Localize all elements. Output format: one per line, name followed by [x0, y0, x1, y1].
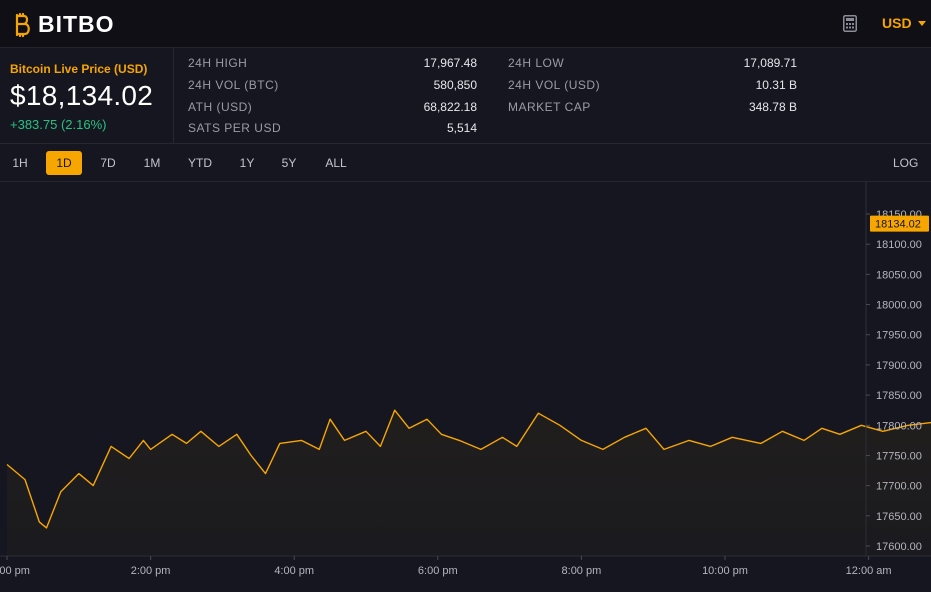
price-chart-svg[interactable]: 18150.0018100.0018050.0018000.0017950.00… [0, 182, 931, 587]
top-bar: BITBO USD [0, 0, 931, 48]
x-tick-label: 4:00 pm [274, 565, 314, 577]
stat-24h-high: 24H HIGH 17,967.48 [188, 56, 477, 70]
stat-value: 580,850 [433, 78, 477, 92]
stat-24h-vol-usd: 24H VOL (USD) 10.31 B [508, 78, 797, 92]
calculator-icon[interactable] [843, 15, 857, 32]
stat-label: 24H VOL (USD) [508, 78, 601, 92]
x-tick-label: 12:00 am [846, 565, 892, 577]
price-chart[interactable]: 18150.00 18100.00 18050.00 18000.00 17950.00… [0, 182, 931, 587]
y-tick-label: 18000.00 [876, 300, 922, 312]
range-5y[interactable]: 5Y [272, 151, 306, 175]
range-all[interactable]: ALL [316, 151, 356, 175]
y-tick-label: 18100.00 [876, 239, 922, 251]
live-price: $18,134.02 [10, 80, 153, 112]
stat-value: 17,089.71 [743, 56, 797, 70]
stat-value: 17,967.48 [423, 56, 477, 70]
currency-label: USD [882, 15, 912, 31]
stat-value: 5,514 [446, 121, 477, 135]
range-1d[interactable]: 1D [46, 151, 82, 175]
y-tick-label: 18050.00 [876, 269, 922, 281]
stat-sats-per-usd: SATS PER USD 5,514 [188, 121, 477, 135]
stat-24h-low: 24H LOW 17,089.71 [508, 56, 797, 70]
y-tick-label: 17700.00 [876, 481, 922, 493]
stat-value: 348.78 B [748, 100, 797, 114]
price-stats-panel: Bitcoin Live Price (USD) $18,134.02 +383… [0, 48, 931, 144]
stat-label: MARKET CAP [508, 100, 591, 114]
x-tick-label: 6:00 pm [418, 565, 458, 577]
live-price-value: 18,134.02 [25, 80, 154, 111]
stat-label: 24H LOW [508, 56, 565, 70]
x-tick-label: 12:00 pm [0, 565, 30, 577]
y-tick-label: 17950.00 [876, 330, 922, 342]
log-scale-toggle[interactable]: LOG [893, 151, 918, 175]
x-tick-label: 8:00 pm [562, 565, 602, 577]
stat-market-cap: MARKET CAP 348.78 B [508, 100, 797, 114]
stat-24h-vol-btc: 24H VOL (BTC) 580,850 [188, 78, 477, 92]
y-tick-label: 17650.00 [876, 511, 922, 523]
currency-symbol: $ [10, 80, 26, 111]
chevron-down-icon [917, 20, 926, 26]
divider [173, 48, 174, 143]
stat-value: 68,822.18 [423, 100, 477, 114]
range-1y[interactable]: 1Y [230, 151, 264, 175]
range-1m[interactable]: 1M [134, 151, 170, 175]
y-tick-label: 17750.00 [876, 450, 922, 462]
y-tick-label: 17850.00 [876, 390, 922, 402]
bitcoin-b-icon [15, 12, 30, 37]
stat-label: SATS PER USD [188, 121, 282, 135]
stat-label: 24H HIGH [188, 56, 248, 70]
currency-dropdown[interactable]: USD [882, 15, 926, 31]
y-tick-label: 17800.00 [876, 420, 922, 432]
y-tick-label: 17900.00 [876, 360, 922, 372]
range-1h[interactable]: 1H [4, 151, 36, 175]
stat-value: 10.31 B [755, 78, 797, 92]
stat-label: 24H VOL (BTC) [188, 78, 279, 92]
live-price-label: Bitcoin Live Price (USD) [10, 62, 148, 76]
x-tick-label: 2:00 pm [131, 565, 171, 577]
current-price-label: 18134.02 [875, 219, 921, 231]
stat-label: ATH (USD) [188, 100, 253, 114]
range-ytd[interactable]: YTD [180, 151, 220, 175]
price-change: +383.75 (2.16%) [10, 117, 107, 132]
range-7d[interactable]: 7D [90, 151, 126, 175]
range-selector: 1H 1D 7D 1M YTD 1Y 5Y ALL LOG [0, 144, 931, 182]
brand-name: BITBO [38, 11, 115, 37]
y-tick-label: 17600.00 [876, 541, 922, 553]
stat-ath: ATH (USD) 68,822.18 [188, 100, 477, 114]
x-tick-label: 10:00 pm [702, 565, 748, 577]
brand-logo[interactable]: BITBO [12, 11, 115, 38]
